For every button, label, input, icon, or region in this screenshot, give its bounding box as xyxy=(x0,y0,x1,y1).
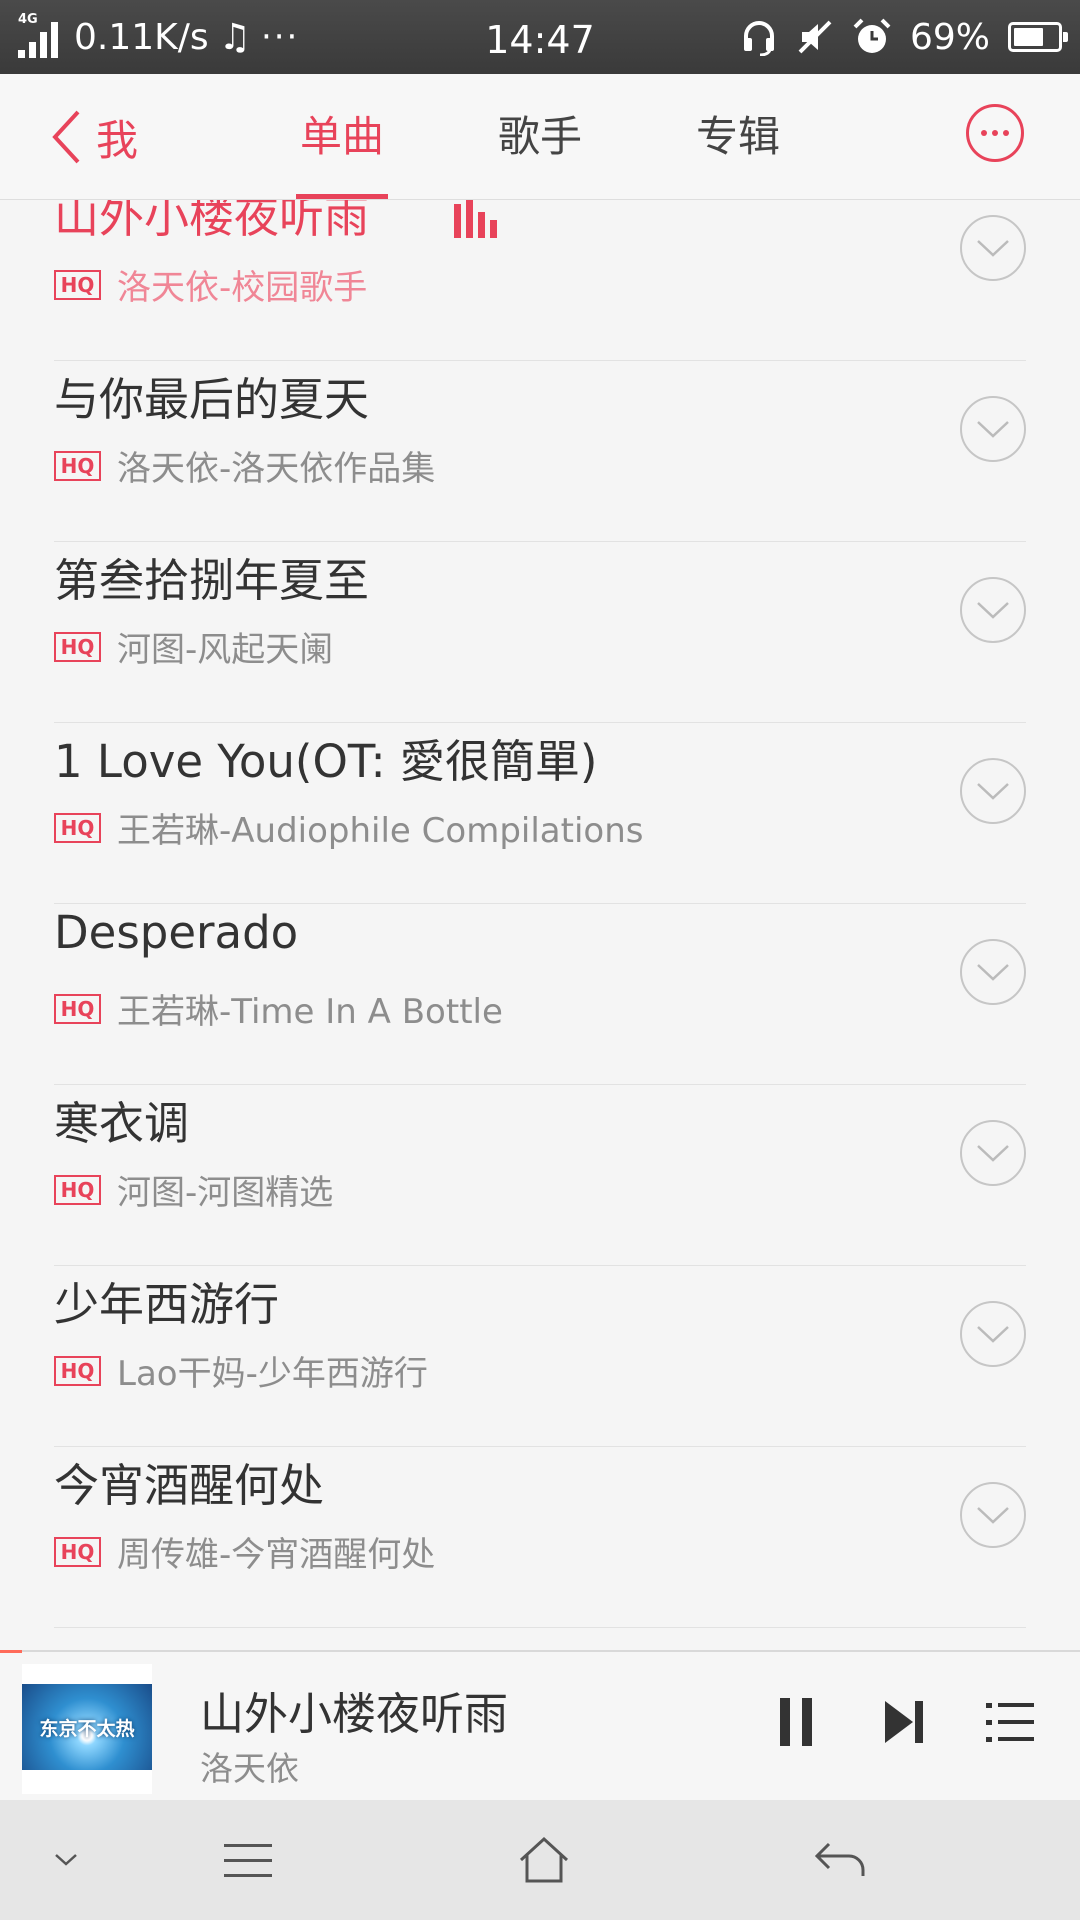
status-bar: 4G 0.11K/s ♫ ··· 14:47 69% xyxy=(0,0,1080,74)
song-title: 少年西游行 xyxy=(54,1278,280,1331)
song-options-button[interactable] xyxy=(960,1301,1026,1367)
tab-songs[interactable]: 单曲 xyxy=(296,74,388,200)
song-subtitle: 王若琳-Audiophile Compilations xyxy=(117,811,644,851)
hq-badge: HQ xyxy=(54,993,101,1024)
hq-badge: HQ xyxy=(54,1174,101,1205)
next-button[interactable] xyxy=(874,1692,934,1752)
song-subtitle: 河图-河图精选 xyxy=(117,1173,334,1213)
mini-player[interactable]: 东京不太热 山外小楼夜听雨 洛天依 xyxy=(0,1650,1080,1800)
menu-button[interactable] xyxy=(218,1830,278,1890)
hq-badge: HQ xyxy=(54,812,101,843)
song-row[interactable]: 与你最后的夏天 HQ 洛天依-洛天依作品集 xyxy=(54,361,1026,542)
battery-icon xyxy=(1008,22,1068,52)
song-title: 1 Love You(OT: 愛很簡單) xyxy=(54,735,598,788)
more-options-button[interactable] xyxy=(966,104,1024,162)
song-options-button[interactable] xyxy=(960,215,1026,281)
playlist-button[interactable] xyxy=(980,1692,1040,1752)
chevron-down-icon xyxy=(977,964,1009,981)
song-title: 与你最后的夏天 xyxy=(54,373,370,426)
mute-icon xyxy=(798,20,832,54)
now-playing-artist: 洛天依 xyxy=(200,1749,299,1788)
status-right: 69% xyxy=(740,0,1068,74)
song-options-button[interactable] xyxy=(960,1482,1026,1548)
headset-icon xyxy=(743,21,774,56)
chevron-down-icon xyxy=(977,602,1009,619)
battery-percent: 69% xyxy=(909,16,990,58)
song-subtitle: 周传雄-今宵酒醒何处 xyxy=(117,1535,436,1575)
song-subtitle: 洛天依-洛天依作品集 xyxy=(117,449,436,489)
hq-badge: HQ xyxy=(54,450,101,481)
tab-albums[interactable]: 专辑 xyxy=(692,74,784,200)
song-row[interactable]: 寒衣调 HQ 河图-河图精选 xyxy=(54,1085,1026,1266)
playlist-icon xyxy=(986,1703,1034,1742)
song-row-playing[interactable]: 山外小楼夜听雨 HQ 洛天依-校园歌手 xyxy=(54,200,1026,361)
song-row[interactable]: 今宵酒醒何处 HQ 周传雄-今宵酒醒何处 xyxy=(54,1447,1026,1628)
song-title: 第叁拾捌年夏至 xyxy=(54,554,370,607)
active-tab-indicator xyxy=(296,194,388,199)
back-arrow-icon xyxy=(814,1842,865,1876)
song-subtitle: Lao干妈-少年西游行 xyxy=(117,1354,428,1394)
top-navigation: 我 单曲 歌手 专辑 xyxy=(0,74,1080,200)
song-options-button[interactable] xyxy=(960,758,1026,824)
album-cover[interactable]: 东京不太热 xyxy=(22,1664,152,1794)
song-options-button[interactable] xyxy=(960,396,1026,462)
home-button[interactable] xyxy=(514,1830,574,1890)
song-title: 山外小楼夜听雨 xyxy=(54,200,370,243)
chevron-down-icon xyxy=(55,1854,77,1866)
song-subtitle: 河图-风起天阑 xyxy=(117,630,334,670)
chevron-left-icon xyxy=(52,110,80,164)
system-navigation-bar xyxy=(0,1800,1080,1920)
alarm-icon xyxy=(853,18,891,53)
menu-icon xyxy=(224,1844,272,1877)
skip-next-icon xyxy=(885,1701,923,1743)
song-options-button[interactable] xyxy=(960,577,1026,643)
hide-navbar-button[interactable] xyxy=(36,1830,96,1890)
hq-badge: HQ xyxy=(54,269,101,300)
song-title: 今宵酒醒何处 xyxy=(54,1459,325,1512)
song-options-button[interactable] xyxy=(960,1120,1026,1186)
now-playing-title: 山外小楼夜听雨 xyxy=(200,1689,508,1740)
pause-icon xyxy=(780,1698,812,1746)
chevron-down-icon xyxy=(977,783,1009,800)
pause-button[interactable] xyxy=(766,1692,826,1752)
song-row[interactable]: 1 Love You(OT: 愛很簡單) HQ 王若琳-Audiophile C… xyxy=(54,723,1026,904)
tab-artists[interactable]: 歌手 xyxy=(494,74,586,200)
song-row[interactable]: Desperado HQ 王若琳-Time In A Bottle xyxy=(54,904,1026,1085)
now-playing-icon xyxy=(454,200,498,238)
song-row[interactable]: 少年西游行 HQ Lao干妈-少年西游行 xyxy=(54,1266,1026,1447)
song-subtitle: 洛天依-校园歌手 xyxy=(117,268,368,308)
playback-progress xyxy=(0,1650,22,1653)
chevron-down-icon xyxy=(977,1326,1009,1343)
song-title: 寒衣调 xyxy=(54,1097,190,1150)
album-cover-text: 东京不太热 xyxy=(39,1717,135,1740)
back-nav-button[interactable] xyxy=(810,1830,870,1890)
chevron-down-icon xyxy=(977,1145,1009,1162)
chevron-down-icon xyxy=(977,1507,1009,1524)
hq-badge: HQ xyxy=(54,1355,101,1386)
hq-badge: HQ xyxy=(54,1536,101,1567)
battery-fill xyxy=(1014,28,1043,46)
song-title: Desperado xyxy=(54,906,299,959)
back-button[interactable]: 我 xyxy=(50,74,138,200)
chevron-down-icon xyxy=(977,421,1009,438)
hq-badge: HQ xyxy=(54,631,101,662)
song-list[interactable]: 山外小楼夜听雨 HQ 洛天依-校园歌手 与你最后的夏天 HQ 洛天依-洛天依作品… xyxy=(0,200,1080,1650)
home-icon xyxy=(519,1836,569,1883)
song-row[interactable]: 第叁拾捌年夏至 HQ 河图-风起天阑 xyxy=(54,542,1026,723)
chevron-down-icon xyxy=(977,240,1009,257)
song-subtitle: 王若琳-Time In A Bottle xyxy=(117,992,503,1032)
song-options-button[interactable] xyxy=(960,939,1026,1005)
back-label: 我 xyxy=(96,115,139,165)
